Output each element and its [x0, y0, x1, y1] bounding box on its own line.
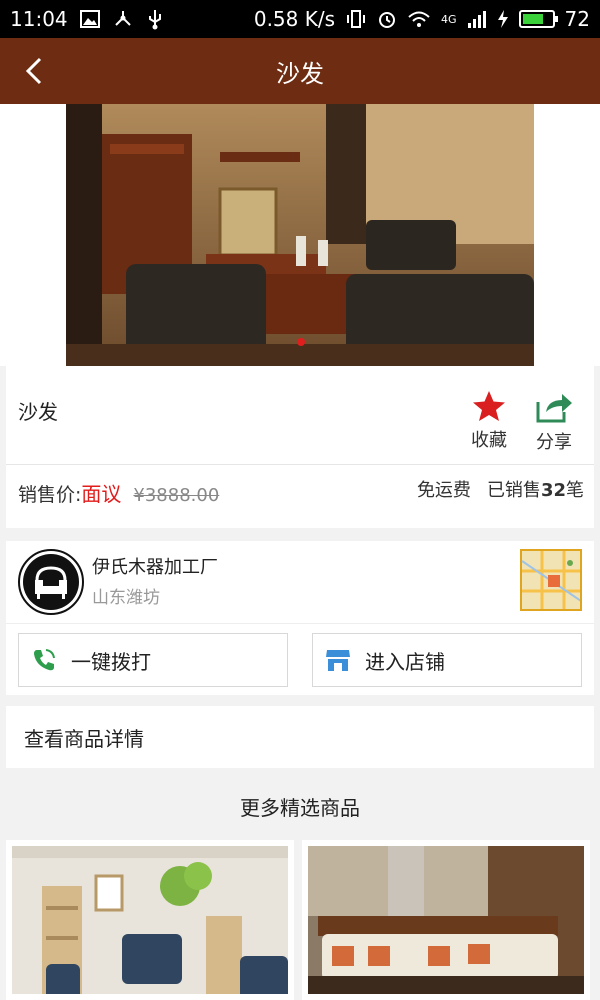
product-name: 沙发 [18, 400, 58, 424]
storefront-icon [326, 650, 350, 671]
store-location: 山东潍坊 [92, 588, 160, 608]
charging-icon [497, 10, 508, 28]
share-button[interactable]: 分享 [528, 390, 580, 454]
phone-icon [34, 649, 55, 671]
shipping-sales-row: 免运费 已销售32笔 [417, 476, 584, 502]
store-avatar[interactable] [18, 549, 84, 615]
image-icon [79, 10, 100, 28]
product-image-carousel[interactable] [0, 104, 600, 366]
enter-store-label: 进入店铺 [365, 649, 445, 674]
signal-icon [467, 11, 486, 28]
star-icon [473, 391, 505, 421]
favorite-label: 收藏 [471, 430, 507, 451]
carousel-indicator-dot[interactable] [297, 338, 305, 346]
product-thumbnail [12, 846, 288, 994]
app-header: 沙发 [0, 38, 600, 104]
product-detail-label: 查看商品详情 [24, 726, 144, 751]
share-icon [536, 394, 572, 423]
page-title: 沙发 [276, 59, 324, 88]
battery-percent: 72 [564, 7, 590, 31]
original-price: ¥3888.00 [133, 485, 220, 506]
shipping-label: 免运费 [416, 480, 471, 501]
enter-store-button[interactable]: 进入店铺 [312, 633, 582, 687]
usb-icon [148, 10, 161, 30]
divider [6, 623, 594, 624]
more-products-title: 更多精选商品 [240, 796, 360, 820]
call-button[interactable]: 一键拨打 [18, 633, 288, 687]
wifi-icon [408, 11, 430, 27]
network-type-label: 4G [441, 12, 457, 26]
call-button-label: 一键拨打 [71, 649, 151, 674]
product-thumbnail [308, 846, 584, 994]
store-name: 伊氏木器加工厂 [92, 557, 218, 578]
product-info-card: 沙发 收藏 分享 销售价: 面议 ¥3888.00 免运费 已销售32笔 [6, 366, 594, 528]
sales-count: 已销售32笔 [487, 476, 584, 502]
product-card[interactable] [6, 840, 294, 1000]
share-network-icon [114, 11, 131, 26]
favorite-button[interactable]: 收藏 [464, 390, 514, 452]
alarm-icon [379, 12, 396, 28]
price-row: 销售价: 面议 ¥3888.00 [18, 478, 219, 507]
vibrate-icon [347, 10, 366, 28]
price-value: 面议 [81, 482, 122, 506]
back-arrow-icon[interactable] [20, 56, 50, 86]
network-speed: 0.58 K/s [253, 7, 336, 31]
battery-icon [518, 10, 558, 28]
product-card[interactable] [302, 840, 590, 1000]
store-card: 伊氏木器加工厂 山东潍坊 一键拨打 进入店铺 [6, 541, 594, 695]
store-map-thumbnail[interactable] [520, 549, 582, 611]
product-photo [66, 104, 534, 366]
armchair-logo-icon [23, 554, 79, 610]
product-detail-link[interactable]: 查看商品详情 [6, 706, 594, 768]
status-time: 11:04 [10, 7, 68, 31]
sold-suffix: 笔 [566, 480, 584, 501]
sold-prefix: 已销售 [486, 480, 541, 501]
status-bar: 11:04 0.58 K/s 4G 72 [0, 0, 600, 38]
price-label: 销售价: [18, 484, 82, 506]
divider [6, 464, 594, 465]
share-label: 分享 [536, 432, 572, 453]
sold-number: 32 [540, 480, 566, 501]
